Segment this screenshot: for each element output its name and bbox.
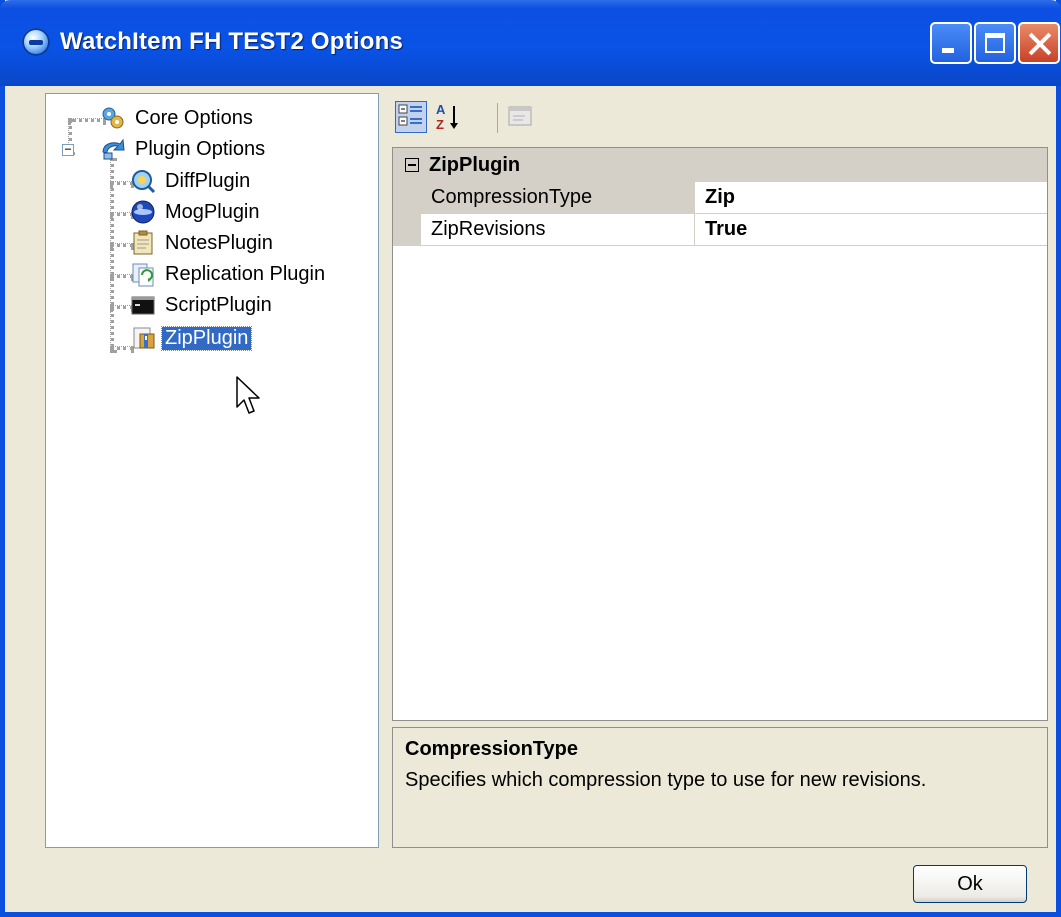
description-title: CompressionType	[405, 738, 578, 760]
tree-node-plugin-options[interactable]: Plugin Options	[100, 134, 268, 164]
collapse-category-toggle[interactable]	[405, 158, 419, 172]
tree-node-scriptplugin[interactable]: ScriptPlugin	[130, 290, 275, 320]
description-text: Specifies which compression type to use …	[405, 769, 927, 791]
property-pages-button[interactable]	[505, 101, 537, 133]
replication-icon	[130, 261, 156, 287]
property-row-compressiontype[interactable]: CompressionType Zip	[393, 182, 1047, 214]
mouse-cursor-icon	[236, 376, 260, 414]
console-icon	[130, 292, 156, 318]
close-button[interactable]	[1018, 22, 1060, 64]
minimize-button[interactable]	[930, 22, 972, 64]
categorized-icon	[398, 104, 422, 126]
property-grid-toolbar: AZ	[393, 95, 1043, 145]
tree-line	[110, 158, 114, 353]
plugin-icon	[100, 136, 126, 162]
tree-node-label: Plugin Options	[135, 137, 266, 160]
tree-node-label: Core Options	[135, 106, 253, 129]
maximize-button[interactable]	[974, 22, 1016, 64]
category-row-zipplugin[interactable]: ZipPlugin	[393, 148, 1047, 182]
toolbar-separator	[497, 103, 498, 133]
property-row-ziprevisions[interactable]: ZipRevisions True	[393, 214, 1047, 246]
svg-text:Z: Z	[436, 117, 444, 132]
property-grid[interactable]: ZipPlugin CompressionType Zip ZipRevisio…	[392, 147, 1048, 721]
zip-icon	[130, 325, 156, 351]
collapse-plugin-options-toggle[interactable]: −	[62, 143, 74, 156]
window-title: WatchItem FH TEST2 Options	[60, 28, 403, 55]
property-name[interactable]: CompressionType	[421, 182, 695, 213]
tree-node-diffplugin[interactable]: DiffPlugin	[130, 166, 253, 196]
title-bar[interactable]: WatchItem FH TEST2 Options	[0, 0, 1061, 86]
magnifier-icon	[130, 168, 156, 194]
tree-node-label: NotesPlugin	[165, 231, 273, 254]
description-panel: CompressionType Specifies which compress…	[392, 727, 1048, 848]
options-window: WatchItem FH TEST2 Options − Core Option…	[0, 0, 1061, 917]
categorized-view-button[interactable]	[395, 101, 427, 133]
property-value[interactable]: Zip	[697, 182, 1045, 213]
property-value[interactable]: True	[697, 214, 1045, 245]
property-pages-icon	[508, 106, 532, 126]
sort-az-icon: AZ	[436, 102, 458, 132]
property-name[interactable]: ZipRevisions	[421, 214, 695, 245]
tree-node-label: ZipPlugin	[160, 325, 253, 351]
options-tree[interactable]: − Core Options Plugin Options DiffPlugin…	[45, 93, 379, 848]
category-label: ZipPlugin	[429, 153, 521, 176]
blue-globe-icon	[130, 199, 156, 225]
row-gutter	[393, 214, 421, 246]
tree-node-notesplugin[interactable]: NotesPlugin	[130, 228, 276, 258]
tree-node-label: MogPlugin	[165, 200, 260, 223]
tree-node-label: DiffPlugin	[165, 169, 251, 192]
tree-node-core-options[interactable]: Core Options	[100, 103, 256, 133]
tree-node-mogplugin[interactable]: MogPlugin	[130, 197, 263, 227]
clipboard-icon	[130, 230, 156, 256]
tree-node-label: ScriptPlugin	[165, 293, 272, 316]
svg-text:A: A	[436, 102, 446, 117]
tree-node-label: Replication Plugin	[165, 262, 326, 285]
gears-icon	[100, 105, 126, 131]
tree-node-replication-plugin[interactable]: Replication Plugin	[130, 259, 328, 289]
row-gutter	[393, 182, 421, 214]
app-icon	[22, 28, 50, 56]
tree-node-zipplugin[interactable]: ZipPlugin	[130, 323, 253, 353]
alphabetical-sort-button[interactable]: AZ	[433, 101, 465, 133]
ok-button[interactable]: Ok	[913, 865, 1027, 903]
